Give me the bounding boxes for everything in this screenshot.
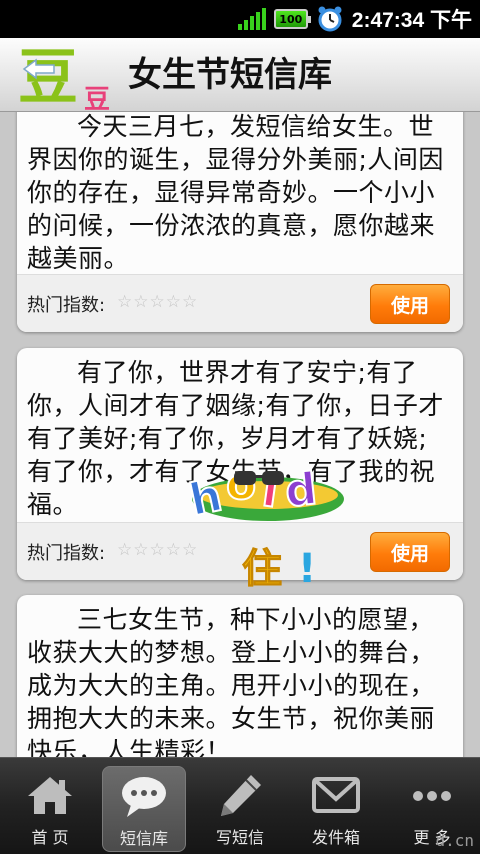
status-bar: 100 2:47:34 下午 — [0, 0, 480, 38]
tab-message-library[interactable]: 短信库 — [102, 766, 186, 852]
title-bar: 豆 豆 女生节短信库 — [0, 38, 480, 112]
star-icon: ☆ — [182, 292, 198, 312]
star-icon: ☆ — [133, 292, 149, 312]
page-title: 女生节短信库 — [128, 55, 332, 95]
message-text: 三七女生节，种下小小的愿望，收获大大的梦想。登上小小的舞台，成为大大的主角。甩开… — [27, 605, 436, 757]
star-icon: ☆ — [117, 292, 133, 312]
tab-write-message[interactable]: 写短信 — [198, 766, 282, 852]
message-text: 今天三月七，发短信给女生。世界因你的诞生，显得分外美丽;人间因你的存在，显得异常… — [27, 112, 444, 273]
battery-level: 100 — [279, 12, 303, 26]
message-list[interactable]: 今天三月七，发短信给女生。世界因你的诞生，显得分外美丽;人间因你的存在，显得异常… — [0, 112, 480, 757]
bottom-tab-bar: 首 页 短信库 写短信 发件箱 更 多 d.cn — [0, 757, 480, 854]
battery-icon: 100 — [273, 9, 311, 29]
hold-sticker: h o l d 住 ! hold — [186, 367, 344, 593]
use-button[interactable]: 使用 — [370, 284, 450, 324]
star-icon: ☆ — [149, 292, 165, 312]
message-card: 三七女生节，种下小小的愿望，收获大大的梦想。登上小小的舞台，成为大大的主角。甩开… — [17, 595, 463, 757]
tab-outbox[interactable]: 发件箱 — [294, 766, 378, 852]
hot-index-label: 热门指数: — [27, 295, 106, 316]
tab-label: 首 页 — [31, 828, 69, 847]
more-dots-icon — [413, 791, 451, 801]
rating-stars: ☆ ☆ ☆ ☆ ☆ — [117, 292, 197, 312]
signal-strength-icon — [237, 8, 266, 30]
status-time: 2:47:34 下午 — [351, 9, 472, 32]
tab-label: 发件箱 — [311, 828, 360, 847]
watermark: d.cn — [435, 831, 474, 850]
tab-label: 写短信 — [215, 828, 264, 847]
use-button[interactable]: 使用 — [370, 532, 450, 572]
envelope-icon — [312, 777, 360, 813]
svg-text:豆: 豆 — [84, 85, 110, 112]
svg-text:住: 住 — [242, 546, 282, 592]
svg-text:h: h — [186, 470, 226, 526]
card-footer: 热门指数: ☆ ☆ ☆ ☆ ☆ 使用 — [17, 274, 463, 332]
sticker-text: hold — [186, 367, 189, 368]
alarm-clock-icon — [318, 6, 342, 32]
star-icon: ☆ — [165, 540, 181, 560]
message-card: 今天三月七，发短信给女生。世界因你的诞生，显得分外美丽;人间因你的存在，显得异常… — [17, 112, 463, 332]
home-icon — [28, 777, 72, 814]
star-icon: ☆ — [117, 540, 133, 560]
star-icon: ☆ — [165, 292, 181, 312]
star-icon: ☆ — [133, 540, 149, 560]
back-arrow-icon[interactable] — [22, 58, 56, 80]
chat-bubble-icon — [122, 777, 166, 817]
pencil-icon — [221, 775, 261, 816]
tab-label: 短信库 — [119, 829, 168, 848]
tab-home[interactable]: 首 页 — [8, 766, 92, 852]
svg-text:d: d — [283, 463, 320, 517]
star-icon: ☆ — [149, 540, 165, 560]
hot-index-label: 热门指数: — [27, 543, 106, 564]
svg-text:!: ! — [298, 546, 316, 592]
